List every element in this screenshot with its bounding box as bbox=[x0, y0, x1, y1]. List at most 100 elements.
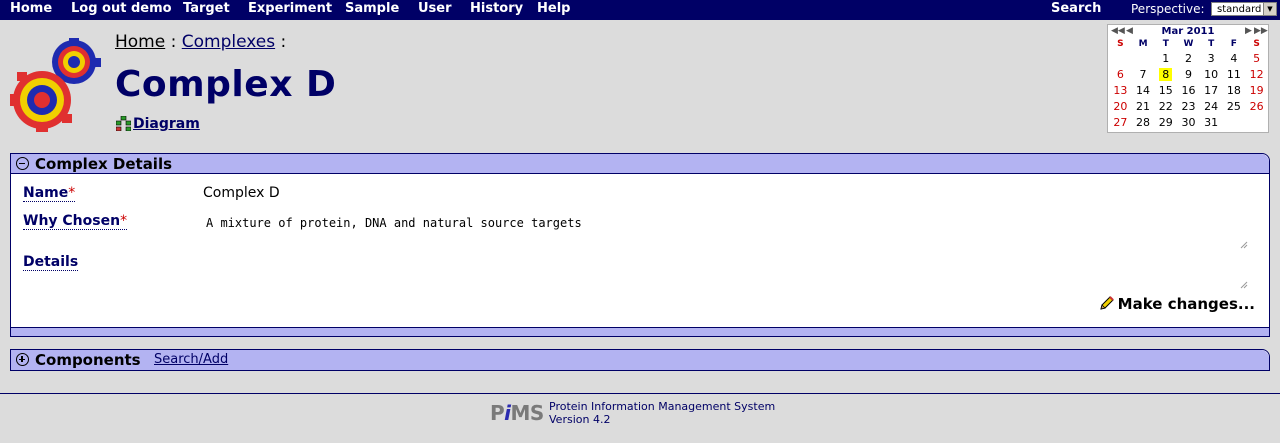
perspective-label: Perspective: bbox=[1131, 2, 1205, 16]
calendar-day[interactable]: 17 bbox=[1200, 82, 1223, 98]
search-add-link[interactable]: Search/Add bbox=[154, 352, 228, 367]
calendar-day[interactable]: 21 bbox=[1132, 98, 1155, 114]
calendar-day[interactable]: 15 bbox=[1154, 82, 1177, 98]
logo-p: P bbox=[490, 401, 505, 425]
perspective-select[interactable]: standard ▼ bbox=[1211, 2, 1277, 16]
calendar-day[interactable]: 16 bbox=[1177, 82, 1200, 98]
nav-logout[interactable]: Log out demo bbox=[71, 1, 172, 16]
calendar-day[interactable]: 12 bbox=[1245, 66, 1268, 82]
collapse-icon[interactable] bbox=[16, 157, 29, 170]
breadcrumb-separator: : bbox=[280, 32, 287, 52]
calendar-day[interactable]: 26 bbox=[1245, 98, 1268, 114]
nav-sample[interactable]: Sample bbox=[345, 1, 399, 16]
diagram-icon bbox=[116, 116, 131, 131]
mini-calendar: ◀◀ ◀ Mar 2011 ▶ ▶▶ S M T W T F S 1 2 3 4… bbox=[1107, 24, 1269, 133]
why-chosen-label-text: Why Chosen bbox=[23, 213, 121, 229]
perspective-value: standard bbox=[1217, 4, 1262, 15]
calendar-day[interactable]: 4 bbox=[1223, 50, 1246, 66]
weekday-label: M bbox=[1138, 39, 1148, 49]
calendar-day[interactable]: 25 bbox=[1223, 98, 1246, 114]
calendar-day[interactable]: 9 bbox=[1177, 66, 1200, 82]
top-nav-bar: Home Log out demo Target Experiment Samp… bbox=[0, 0, 1280, 20]
complex-details-header[interactable]: Complex Details bbox=[11, 154, 1269, 174]
calendar-day[interactable]: 5 bbox=[1245, 50, 1268, 66]
footer-system-name: Protein Information Management System bbox=[549, 400, 776, 413]
components-header[interactable]: Components Search/Add bbox=[11, 350, 1269, 370]
today-highlight: 8 bbox=[1159, 67, 1173, 81]
required-marker: * bbox=[68, 185, 76, 201]
calendar-grid: S M T W T F S 1 2 3 4 5 6 7 8 9 10 11 12… bbox=[1109, 38, 1268, 130]
calendar-day[interactable]: 10 bbox=[1200, 66, 1223, 82]
next-month-icon[interactable]: ▶ bbox=[1245, 26, 1252, 36]
weekday-label: T bbox=[1162, 39, 1169, 49]
why-chosen-value[interactable]: A mixture of protein, DNA and natural so… bbox=[206, 216, 582, 230]
why-chosen-label[interactable]: Why Chosen* bbox=[23, 213, 128, 230]
logo-ms: MS bbox=[510, 401, 545, 425]
calendar-day[interactable]: 22 bbox=[1154, 98, 1177, 114]
calendar-day-empty bbox=[1109, 50, 1132, 66]
pencil-icon bbox=[1099, 296, 1114, 310]
pims-logo: PiMS bbox=[490, 401, 544, 425]
weekday-label: W bbox=[1183, 39, 1194, 49]
complex-details-title: Complex Details bbox=[35, 155, 173, 173]
calendar-day[interactable]: 27 bbox=[1109, 114, 1132, 130]
calendar-header: ◀◀ ◀ Mar 2011 ▶ ▶▶ bbox=[1108, 26, 1268, 38]
required-marker: * bbox=[120, 213, 128, 229]
calendar-day[interactable]: 23 bbox=[1177, 98, 1200, 114]
calendar-day[interactable]: 30 bbox=[1177, 114, 1200, 130]
nav-home[interactable]: Home bbox=[10, 1, 52, 16]
weekday-label: F bbox=[1230, 39, 1237, 49]
calendar-day[interactable]: 18 bbox=[1223, 82, 1246, 98]
calendar-day[interactable]: 6 bbox=[1109, 66, 1132, 82]
weekday-label: T bbox=[1208, 39, 1215, 49]
footer: PiMS Protein Information Management Syst… bbox=[0, 394, 1280, 443]
make-changes-label: Make changes... bbox=[1117, 295, 1255, 313]
breadcrumb-separator: : bbox=[170, 32, 177, 52]
breadcrumb-complexes-link[interactable]: Complexes bbox=[182, 32, 275, 52]
nav-user[interactable]: User bbox=[418, 1, 452, 16]
components-panel: Components Search/Add bbox=[10, 349, 1270, 371]
calendar-day-empty bbox=[1245, 114, 1268, 130]
calendar-month: Mar 2011 bbox=[1161, 26, 1215, 37]
name-value: Complex D bbox=[203, 185, 280, 201]
calendar-day[interactable]: 2 bbox=[1177, 50, 1200, 66]
footer-version: Version 4.2 bbox=[549, 413, 611, 426]
calendar-day[interactable]: 1 bbox=[1154, 50, 1177, 66]
pims-gear-logo-icon bbox=[10, 38, 101, 132]
calendar-day[interactable]: 3 bbox=[1200, 50, 1223, 66]
calendar-day[interactable]: 28 bbox=[1132, 114, 1155, 130]
calendar-day[interactable]: 19 bbox=[1245, 82, 1268, 98]
calendar-day[interactable]: 24 bbox=[1200, 98, 1223, 114]
name-label[interactable]: Name* bbox=[23, 185, 76, 202]
calendar-day[interactable]: 13 bbox=[1109, 82, 1132, 98]
complex-details-panel: Complex Details Name* Complex D Why Chos… bbox=[10, 153, 1270, 337]
diagram-link-label: Diagram bbox=[133, 116, 200, 132]
nav-history[interactable]: History bbox=[470, 1, 523, 16]
calendar-day[interactable]: 14 bbox=[1132, 82, 1155, 98]
make-changes-button[interactable]: Make changes... bbox=[1099, 295, 1255, 313]
nav-help[interactable]: Help bbox=[537, 1, 570, 16]
calendar-day[interactable]: 29 bbox=[1154, 114, 1177, 130]
calendar-day-empty bbox=[1132, 50, 1155, 66]
details-label[interactable]: Details bbox=[23, 254, 79, 271]
expand-icon[interactable] bbox=[16, 353, 29, 366]
calendar-day-empty bbox=[1223, 114, 1246, 130]
resize-grip-icon[interactable] bbox=[1240, 241, 1248, 249]
next-year-icon[interactable]: ▶▶ bbox=[1254, 26, 1268, 36]
calendar-day[interactable]: 20 bbox=[1109, 98, 1132, 114]
calendar-day[interactable]: 7 bbox=[1132, 66, 1155, 82]
calendar-day[interactable]: 11 bbox=[1223, 66, 1246, 82]
weekday-label: S bbox=[1117, 39, 1124, 49]
calendar-day-today[interactable]: 8 bbox=[1154, 66, 1177, 82]
components-title: Components bbox=[35, 351, 141, 369]
resize-grip-icon[interactable] bbox=[1240, 281, 1248, 289]
breadcrumb: Home : Complexes : bbox=[115, 32, 286, 52]
nav-target[interactable]: Target bbox=[183, 1, 230, 16]
breadcrumb-home-link[interactable]: Home bbox=[115, 32, 165, 52]
nav-search[interactable]: Search bbox=[1051, 1, 1101, 16]
panel-footer-bar bbox=[11, 327, 1269, 336]
calendar-day[interactable]: 31 bbox=[1200, 114, 1223, 130]
footer-text: Protein Information Management System Ve… bbox=[549, 400, 775, 426]
nav-experiment[interactable]: Experiment bbox=[248, 1, 332, 16]
chevron-down-icon[interactable]: ▼ bbox=[1263, 3, 1276, 15]
